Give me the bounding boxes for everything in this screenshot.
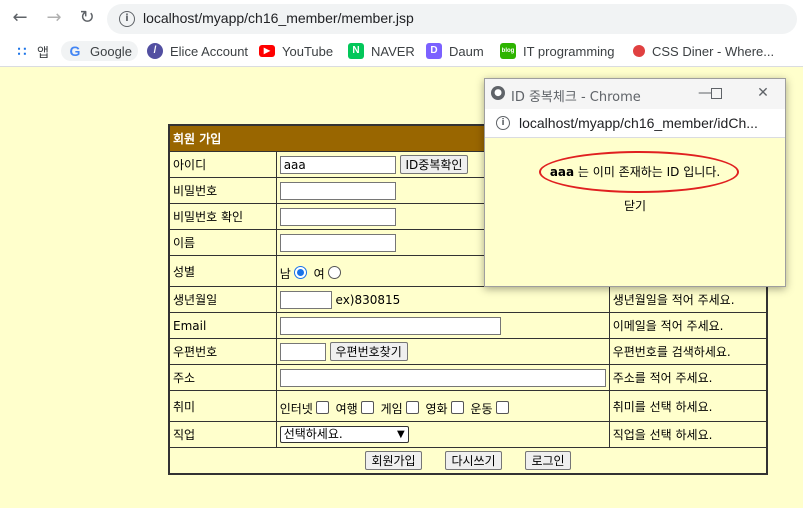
close-icon[interactable]: ✕: [751, 83, 775, 103]
birthday-cell: ex)830815: [275, 286, 610, 313]
gender-female-radio[interactable]: [327, 265, 341, 279]
job-hint: 직업을 선택 하세요.: [608, 421, 768, 448]
youtube-icon: ▶: [259, 45, 275, 57]
bookmark-label: 앱: [37, 44, 49, 60]
hobby-sports-checkbox[interactable]: [495, 400, 509, 414]
bookmark-label: YouTube: [282, 43, 334, 59]
back-icon[interactable]: ←: [8, 6, 32, 30]
job-label: 직업: [168, 421, 277, 448]
popup-title: ID 중복체크 - Chrome: [511, 90, 641, 105]
form-buttons: 회원가입 다시쓰기 로그인: [168, 447, 768, 475]
address-url: localhost/myapp/ch16_member/member.jsp: [143, 10, 414, 26]
bookmark-label: Daum: [449, 43, 484, 59]
bookmark-youtube[interactable]: ▶ YouTube: [259, 41, 333, 61]
bookmark-label: Google: [90, 43, 132, 59]
bookmark-daum[interactable]: D Daum: [426, 41, 484, 61]
address-cell: [275, 364, 610, 391]
google-icon: G: [69, 43, 81, 59]
job-select-value: 선택하세요.: [283, 427, 343, 441]
name-input[interactable]: [279, 233, 396, 252]
reload-icon[interactable]: ↻: [75, 6, 99, 30]
id-input[interactable]: [279, 156, 396, 174]
email-label: Email: [168, 312, 277, 339]
bookmark-it-programming[interactable]: blog IT programming: [500, 41, 615, 61]
popup-url: localhost/myapp/ch16_member/idCh...: [519, 115, 758, 131]
css-diner-icon: [633, 45, 645, 57]
bookmark-css-diner[interactable]: CSS Diner - Where...: [633, 41, 774, 61]
hobby-movie-label: 영화: [425, 401, 448, 416]
job-cell: 선택하세요. ▼: [275, 421, 610, 448]
id-check-popup: ● ID 중복체크 - Chrome — ✕ i localhost/myapp…: [484, 78, 786, 287]
email-cell: [275, 312, 610, 339]
site-info-icon[interactable]: i: [496, 116, 510, 130]
globe-icon: ●: [491, 86, 505, 100]
reset-button[interactable]: 다시쓰기: [445, 451, 502, 470]
address-bar[interactable]: i localhost/myapp/ch16_member/member.jsp: [107, 4, 797, 34]
submit-button[interactable]: 회원가입: [365, 451, 422, 470]
bookmark-google[interactable]: G Google: [61, 41, 138, 61]
site-info-icon[interactable]: i: [119, 11, 135, 27]
hobby-internet-label: 인터넷: [279, 401, 313, 416]
bookmark-label: Elice Account: [170, 43, 249, 59]
popup-close-link[interactable]: 닫기: [485, 197, 785, 214]
password-label: 비밀번호: [168, 177, 277, 204]
zipcode-hint: 우편번호를 검색하세요.: [608, 338, 768, 365]
bookmark-label: IT programming: [523, 43, 615, 59]
bookmark-naver[interactable]: N NAVER: [348, 41, 415, 61]
bookmark-label: NAVER: [371, 43, 415, 59]
bookmarks-bar: ∷ 앱 G Google / Elice Account ▶ YouTube N…: [0, 36, 803, 67]
daum-icon: D: [426, 43, 442, 59]
apps-grid-icon: ∷: [17, 43, 27, 59]
name-label: 이름: [168, 229, 277, 256]
password-input[interactable]: [279, 181, 396, 200]
gender-label: 성별: [168, 255, 277, 287]
naver-icon: N: [348, 43, 364, 59]
hobby-sports-label: 운동: [470, 401, 493, 416]
hobby-cell: 인터넷 여행 게임 영화 운동: [275, 390, 610, 422]
hobby-movie-checkbox[interactable]: [450, 400, 464, 414]
gender-female-label: 여: [313, 266, 325, 281]
birthday-label: 생년월일: [168, 286, 277, 313]
bookmark-apps[interactable]: ∷ 앱: [14, 41, 49, 61]
blog-icon: blog: [500, 43, 516, 59]
email-hint: 이메일을 적어 주세요.: [608, 312, 768, 339]
elice-icon: /: [147, 43, 163, 59]
popup-address-bar[interactable]: i localhost/myapp/ch16_member/idCh...: [485, 109, 785, 138]
birthday-example: ex)830815: [335, 292, 401, 307]
id-label: 아이디: [168, 151, 277, 178]
forward-icon[interactable]: →: [42, 6, 66, 30]
hobby-game-label: 게임: [380, 401, 403, 416]
gender-male-label: 남: [279, 266, 291, 281]
hobby-internet-checkbox[interactable]: [315, 400, 329, 414]
birthday-hint: 생년월일을 적어 주세요.: [608, 286, 768, 313]
bookmark-label: CSS Diner - Where...: [652, 43, 775, 59]
zipcode-cell: 우편번호찾기: [275, 338, 610, 365]
browser-toolbar: ← → ↻ i localhost/myapp/ch16_member/memb…: [0, 0, 803, 36]
job-select[interactable]: 선택하세요. ▼: [279, 426, 409, 443]
login-button[interactable]: 로그인: [525, 451, 571, 470]
hobby-game-checkbox[interactable]: [405, 400, 419, 414]
chevron-down-icon: ▼: [396, 429, 405, 440]
password-confirm-label: 비밀번호 확인: [168, 203, 277, 230]
hobby-label: 취미: [168, 390, 277, 422]
hobby-travel-label: 여행: [335, 401, 358, 416]
id-check-button[interactable]: ID중복확인: [399, 155, 469, 174]
gender-male-radio[interactable]: [293, 265, 307, 279]
popup-titlebar: ● ID 중복체크 - Chrome — ✕: [485, 79, 785, 109]
zipcode-label: 우편번호: [168, 338, 277, 365]
zipcode-input[interactable]: [279, 343, 326, 361]
bookmark-elice[interactable]: / Elice Account: [147, 41, 248, 61]
address-label: 주소: [168, 364, 277, 391]
hobby-travel-checkbox[interactable]: [360, 400, 374, 414]
birthday-input[interactable]: [279, 290, 332, 309]
address-hint: 주소를 적어 주세요.: [608, 364, 768, 391]
zipcode-search-button[interactable]: 우편번호찾기: [329, 342, 408, 361]
address-input[interactable]: [279, 368, 606, 387]
email-input[interactable]: [279, 316, 501, 335]
password-confirm-input[interactable]: [279, 207, 396, 226]
hobby-hint: 취미를 선택 하세요.: [608, 390, 768, 422]
annotation-circle: [539, 151, 739, 193]
maximize-icon[interactable]: [704, 83, 728, 103]
